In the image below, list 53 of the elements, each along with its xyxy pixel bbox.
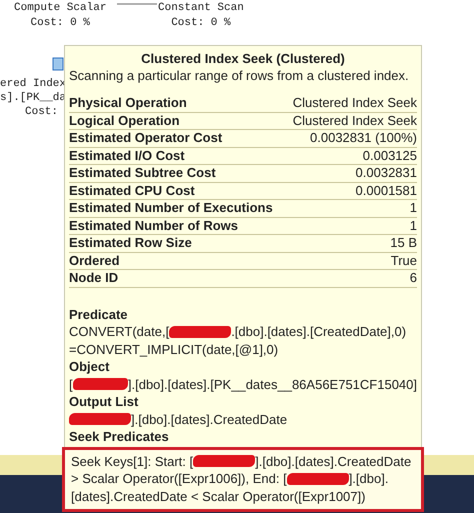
property-value: 15 B	[390, 235, 417, 252]
section-text: ].[dbo].[dates].CreatedDate	[131, 410, 288, 428]
connector-line	[117, 2, 157, 6]
section-text: ].[dbo].[dates].[PK__dates__86A56E751CF15040]	[128, 376, 417, 393]
redaction-mark	[169, 326, 232, 338]
property-label: Physical Operation	[69, 95, 187, 112]
property-label: Ordered	[69, 252, 120, 269]
node-cost: Cost: 0 %	[30, 16, 90, 31]
property-label: Estimated Number of Rows	[69, 218, 238, 234]
property-value: 0.003125	[362, 148, 417, 164]
section-label: Seek Predicates	[69, 428, 170, 446]
property-value: 0.0032831	[356, 165, 417, 182]
section-text: [dates].CreatedDate < Scalar Operator([Expr1007])	[71, 488, 366, 505]
section-text: ].[dbo].	[348, 470, 388, 488]
redaction-mark	[286, 472, 349, 485]
section-label: Output List	[69, 393, 140, 410]
redaction-mark	[193, 455, 256, 468]
property-value: True	[390, 252, 417, 269]
property-value: 0.0001581	[356, 182, 417, 199]
property-label: Estimated CPU Cost	[69, 182, 195, 199]
property-label: Estimated Subtree Cost	[69, 165, 216, 182]
section-text: > Scalar Operator([Expr1006]), End: [	[71, 470, 287, 488]
section-text: [	[69, 376, 73, 393]
section-label: Object	[69, 358, 110, 376]
property-value: 1	[410, 218, 417, 234]
property-label: Estimated Row Size	[69, 235, 192, 252]
section-text: ].[dbo].[dates].CreatedDate	[255, 452, 412, 470]
section-text: CONVERT(date,[	[69, 323, 170, 340]
property-label: Logical Operation	[69, 112, 180, 129]
property-label: Estimated Operator Cost	[69, 130, 222, 146]
node-text: ered Index	[0, 77, 66, 91]
node-name: Constant Scan	[158, 1, 244, 16]
section-text: .[dbo].[dates].[CreatedDate],0)	[231, 323, 406, 340]
node-name: Compute Scalar	[14, 1, 106, 16]
tooltip-description: Scanning a particular range of rows from a clustered index.	[69, 67, 410, 84]
property-value: Clustered Index Seek	[292, 112, 417, 129]
property-value: 1	[410, 200, 417, 216]
property-value: 6	[410, 270, 417, 286]
node-text: Cost:	[25, 105, 60, 119]
property-label: Estimated I/O Cost	[69, 148, 185, 164]
redaction-mark	[69, 413, 131, 426]
node-text: s].[PK__da	[0, 91, 66, 105]
property-label: Node ID	[69, 270, 118, 286]
section-text: =CONVERT_IMPLICIT(date,[@1],0)	[69, 340, 278, 358]
property-value: Clustered Index Seek	[292, 95, 417, 112]
tooltip-title: Clustered Index Seek (Clustered)	[140, 50, 346, 67]
section-text: Seek Keys[1]: Start: [	[71, 452, 194, 470]
section-label: Predicate	[69, 306, 129, 323]
index-icon	[52, 57, 64, 71]
node-cost: Cost: 0 %	[171, 16, 231, 31]
redaction-mark	[72, 378, 128, 390]
property-value: 0.0032831 (100%)	[310, 130, 417, 146]
property-label: Estimated Number of Executions	[69, 200, 273, 216]
